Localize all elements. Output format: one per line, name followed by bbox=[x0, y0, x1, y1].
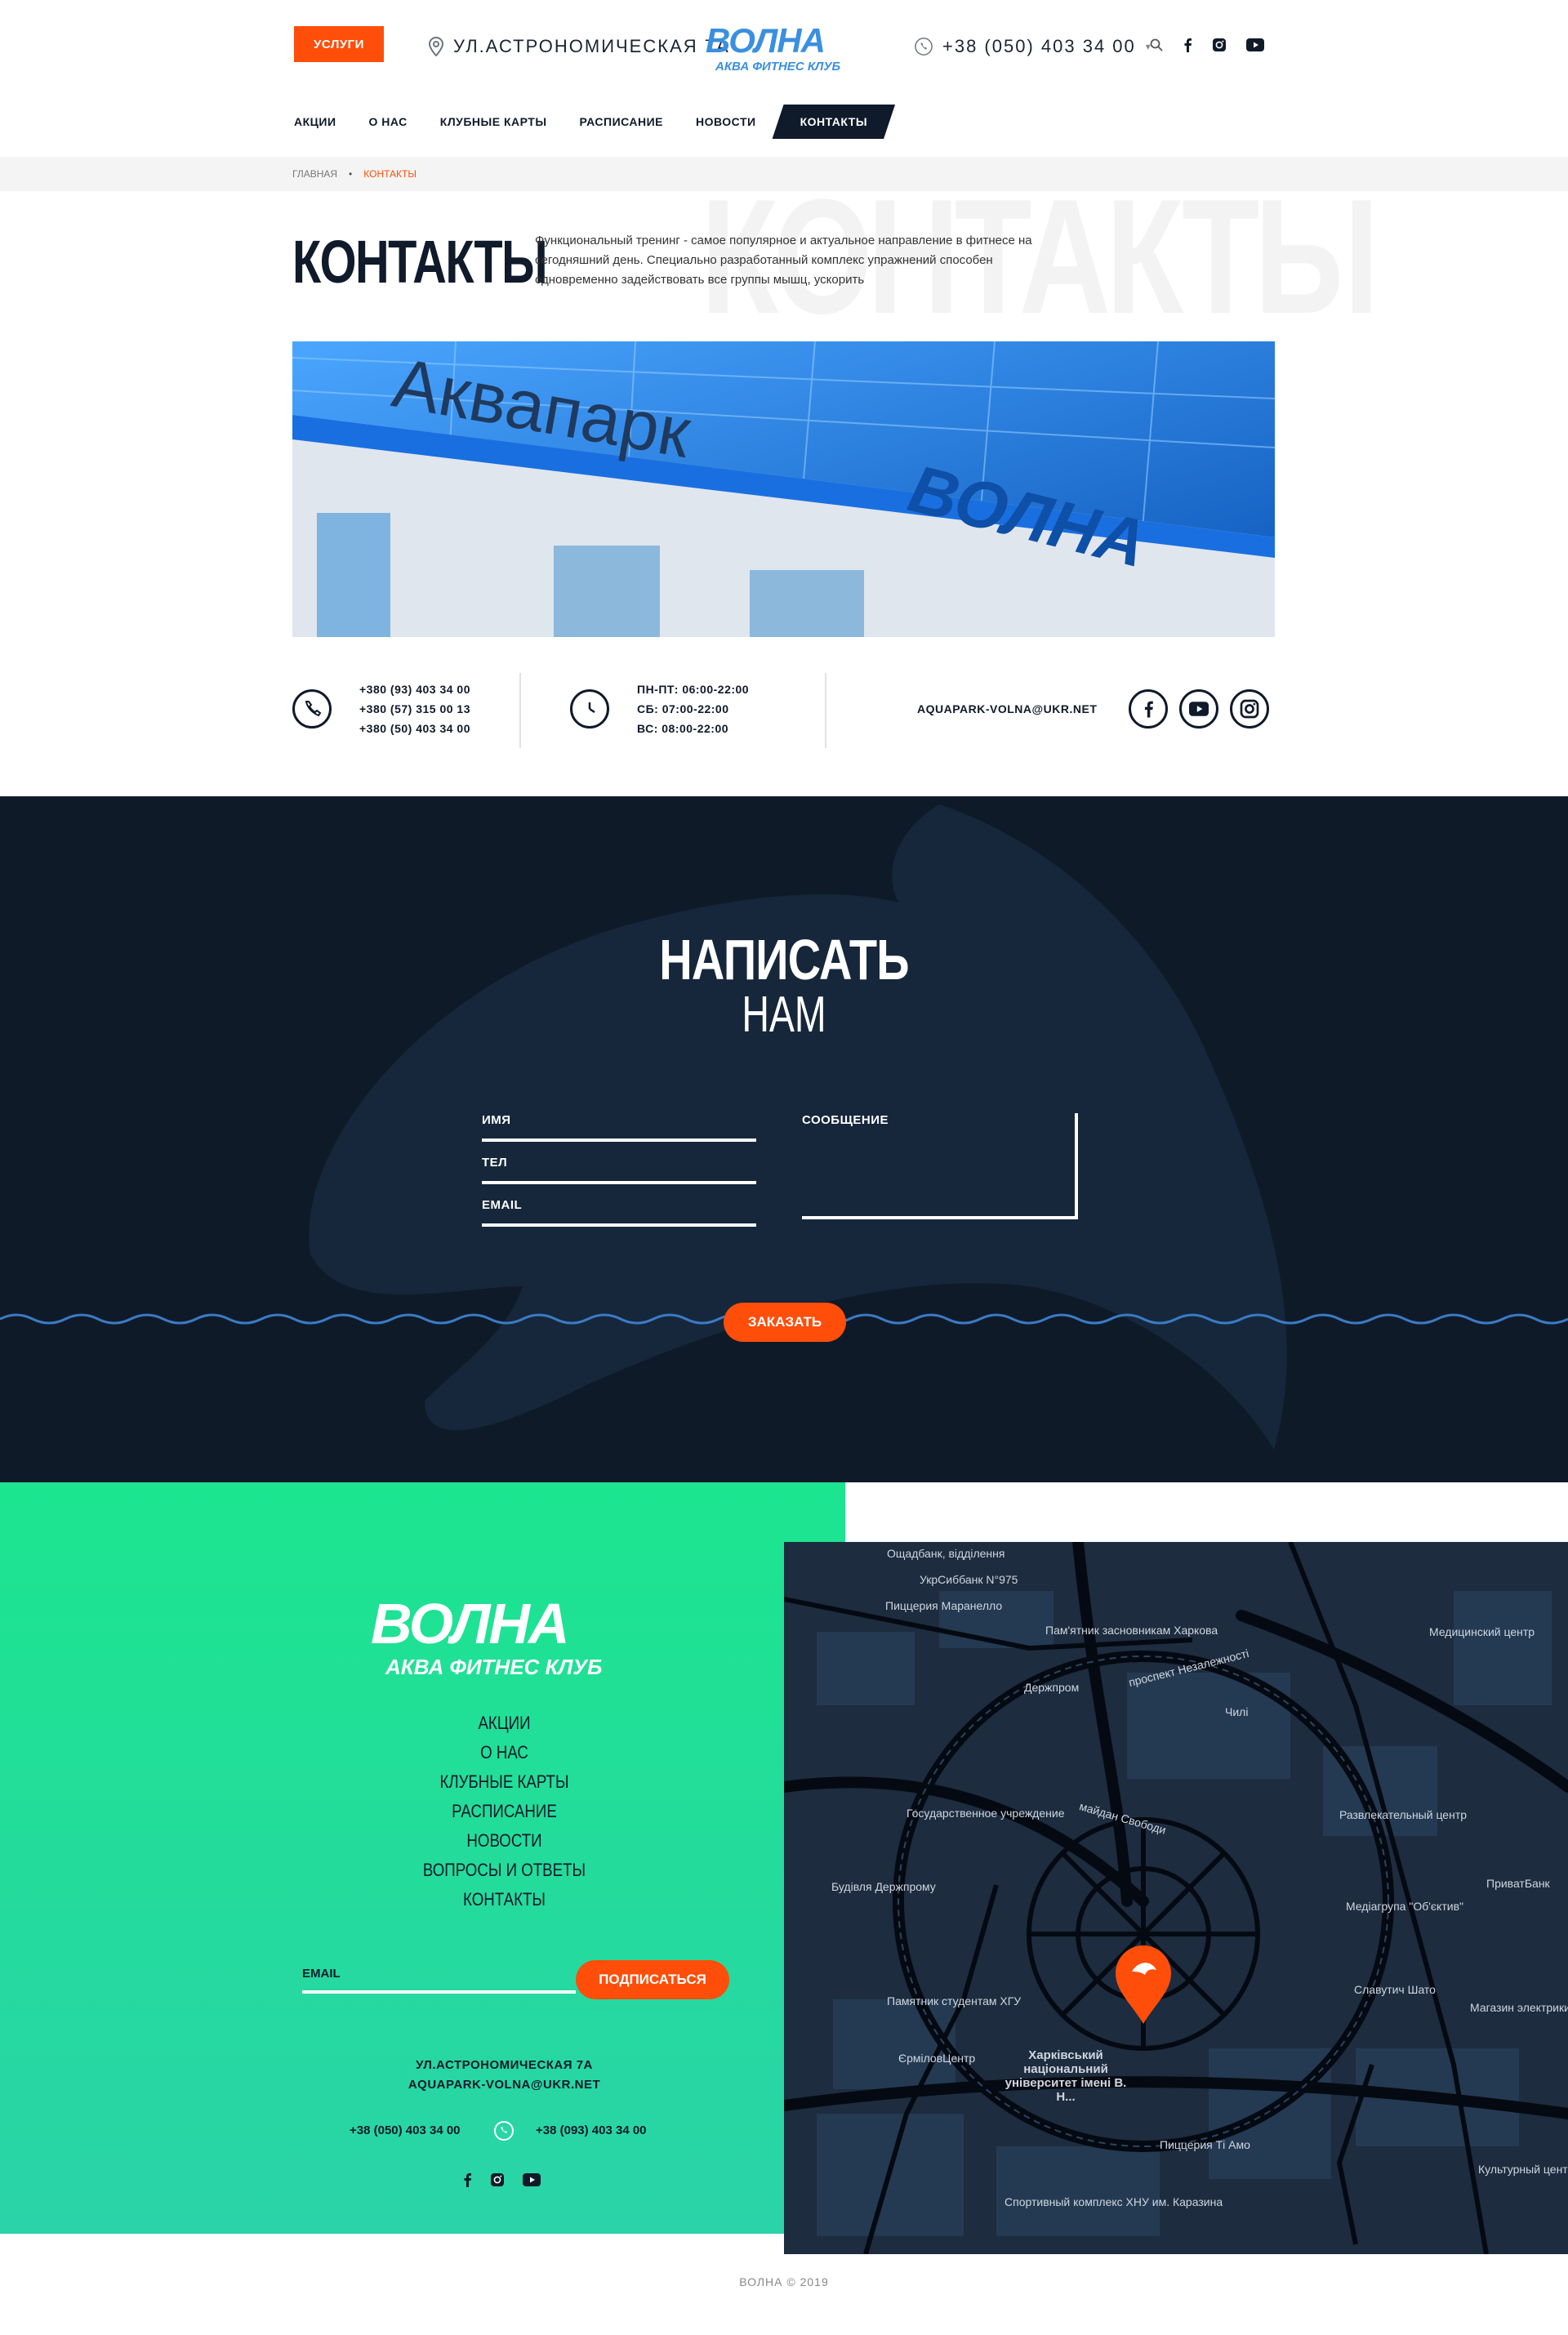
svg-text:ВОЛНА: ВОЛНА bbox=[706, 21, 825, 60]
header-address: УЛ.АСТРОНОМИЧЕСКАЯ 7А bbox=[429, 36, 730, 57]
site-header: УСЛУГИ УЛ.АСТРОНОМИЧЕСКАЯ 7А ВОЛНА АКВА … bbox=[0, 0, 1568, 155]
svg-text:АКВА ФИТНЕС КЛУБ: АКВА ФИТНЕС КЛУБ bbox=[715, 60, 841, 74]
volna-logo[interactable]: ВОЛНА АКВА ФИТНЕС КЛУБ bbox=[704, 21, 862, 74]
email-field[interactable]: EMAIL bbox=[482, 1198, 756, 1227]
contact-hours: ПН-ПТ: 06:00-22:00 СБ: 07:00-22:00 ВС: 0… bbox=[637, 680, 749, 738]
map-label: Магазин электрики bbox=[1470, 2001, 1568, 2014]
header-phone[interactable]: +38 (050) 403 34 00 ▾ bbox=[915, 36, 1152, 57]
map-label: Памятник студентам ХГУ bbox=[887, 1994, 1022, 2007]
dolphin-silhouette bbox=[0, 804, 1568, 1450]
message-label: СООБЩЕНИЕ bbox=[802, 1113, 889, 1127]
main-nav: АКЦИИ О НАС КЛУБНЫЕ КАРТЫ РАСПИСАНИЕ НОВ… bbox=[278, 105, 895, 139]
whatsapp-icon[interactable] bbox=[493, 2120, 514, 2141]
phone-label: ТЕЛ bbox=[482, 1156, 508, 1170]
location-map[interactable]: Ощадбанк, відділення УкрСиббанк N°975 Пи… bbox=[784, 1542, 1568, 2254]
nav-item-club-cards[interactable]: КЛУБНЫЕ КАРТЫ bbox=[424, 105, 564, 139]
message-field[interactable]: СООБЩЕНИЕ bbox=[802, 1113, 1078, 1219]
phone-icon bbox=[292, 689, 332, 729]
breadcrumb-separator: • bbox=[349, 168, 353, 180]
search-icon[interactable] bbox=[1150, 38, 1163, 51]
facebook-icon[interactable] bbox=[462, 2172, 472, 2187]
map-label: Чилі bbox=[1225, 1705, 1249, 1718]
breadcrumb-current: КОНТАКТЫ bbox=[363, 168, 416, 180]
map-label: Будівля Держпрому bbox=[831, 1880, 936, 1893]
contact-email[interactable]: AQUAPARK-VOLNA@UKR.NET bbox=[917, 699, 1097, 719]
map-label: Пиццерия Ті Амо bbox=[1160, 2138, 1250, 2151]
divider bbox=[825, 673, 826, 748]
form-title: НАПИСАТЬ bbox=[659, 928, 909, 991]
map-label: Харківський національний університет іме… bbox=[1004, 2048, 1127, 2104]
footer-social bbox=[462, 2172, 541, 2187]
contact-info: +380 (93) 403 34 00 +380 (57) 315 00 13 … bbox=[292, 670, 1275, 751]
hours-weekdays: ПН-ПТ: 06:00-22:00 bbox=[637, 683, 750, 696]
subscribe-email-input[interactable]: EMAIL bbox=[302, 1967, 576, 1994]
facebook-icon[interactable] bbox=[1183, 38, 1192, 52]
map-label: УкрСиббанк N°975 bbox=[920, 1573, 1018, 1586]
map-label: ЄрміловЦентр bbox=[898, 2052, 976, 2065]
form-subtitle: НАМ bbox=[742, 987, 826, 1043]
header-actions bbox=[1150, 38, 1264, 52]
map-label: Развлекательный центр bbox=[1339, 1808, 1468, 1821]
svg-text:ВОЛНА: ВОЛНА bbox=[371, 1593, 568, 1655]
phone-icon bbox=[915, 38, 933, 56]
map-label: Держпром bbox=[1024, 1681, 1080, 1694]
map-label: Славутич Шато bbox=[1354, 1983, 1436, 1996]
map-label: Медіагрупа "Об'єктив" bbox=[1346, 1900, 1463, 1913]
map-label: Государственное учреждение bbox=[906, 1807, 1065, 1820]
instagram-icon[interactable] bbox=[1230, 689, 1269, 729]
building-illustration: Аквапарк ВОЛНА bbox=[292, 341, 1275, 637]
divider bbox=[519, 673, 521, 748]
email-label: EMAIL bbox=[482, 1198, 523, 1212]
instagram-icon[interactable] bbox=[490, 2172, 505, 2187]
youtube-icon[interactable] bbox=[523, 2173, 541, 2186]
footer-phone-2[interactable]: +38 (093) 403 34 00 bbox=[536, 2123, 647, 2137]
subscribe-email-placeholder: EMAIL bbox=[302, 1967, 341, 1981]
location-pin-icon bbox=[429, 37, 443, 56]
copyright: ВОЛНА © 2019 bbox=[739, 2275, 829, 2288]
nav-item-news[interactable]: НОВОСТИ bbox=[679, 105, 773, 139]
hero-building-image: Аквапарк ВОЛНА bbox=[292, 341, 1275, 637]
map-label: ПриватБанк bbox=[1486, 1877, 1550, 1890]
contact-phones: +380 (93) 403 34 00 +380 (57) 315 00 13 … bbox=[359, 680, 470, 738]
phone-field[interactable]: ТЕЛ bbox=[482, 1156, 756, 1184]
map-label: Медицинский центр bbox=[1429, 1625, 1535, 1638]
hours-sunday: ВС: 08:00-22:00 bbox=[637, 722, 729, 735]
order-button[interactable]: ЗАКАЗАТЬ bbox=[724, 1303, 846, 1342]
map-label: Культурный центр bbox=[1478, 2163, 1568, 2176]
instagram-icon[interactable] bbox=[1212, 38, 1227, 52]
nav-item-promotions[interactable]: АКЦИИ bbox=[278, 105, 353, 139]
map-label: Пиццерия Маранелло bbox=[885, 1599, 1003, 1612]
hours-saturday: СБ: 07:00-22:00 bbox=[637, 702, 729, 715]
nav-item-contacts[interactable]: КОНТАКТЫ bbox=[773, 105, 895, 139]
footer-logo[interactable]: ВОЛНА АКВА ФИТНЕС КЛУБ bbox=[369, 1593, 639, 1682]
youtube-icon[interactable] bbox=[1179, 689, 1218, 729]
youtube-icon[interactable] bbox=[1246, 38, 1264, 51]
nav-item-schedule[interactable]: РАСПИСАНИЕ bbox=[564, 105, 680, 139]
map-label: Пам'ятник засновникам Харкова bbox=[1045, 1624, 1218, 1637]
name-label: ИМЯ bbox=[482, 1113, 511, 1127]
page-description: Функциональный тренинг - самое популярно… bbox=[535, 234, 1032, 287]
map-label: Спортивный комплекс ХНУ им. Каразина bbox=[1004, 2195, 1223, 2208]
map-label: Ощадбанк, відділення bbox=[887, 1547, 1005, 1560]
clock-icon bbox=[570, 689, 609, 729]
page-title: КОНТАКТЫ bbox=[292, 228, 548, 296]
footer-phone-1[interactable]: +38 (050) 403 34 00 bbox=[350, 2123, 461, 2137]
contact-phone-1[interactable]: +380 (93) 403 34 00 bbox=[359, 680, 470, 699]
breadcrumb-home[interactable]: ГЛАВНАЯ bbox=[292, 168, 337, 180]
nav-item-about[interactable]: О НАС bbox=[353, 105, 424, 139]
contact-phone-2[interactable]: +380 (57) 315 00 13 bbox=[359, 699, 470, 719]
contact-phone-3[interactable]: +380 (50) 403 34 00 bbox=[359, 719, 470, 738]
subscribe-button[interactable]: ПОДПИСАТЬСЯ bbox=[576, 1960, 729, 1999]
services-button[interactable]: УСЛУГИ bbox=[294, 26, 384, 62]
svg-text:АКВА ФИТНЕС КЛУБ: АКВА ФИТНЕС КЛУБ bbox=[385, 1655, 602, 1679]
header-address-text: УЛ.АСТРОНОМИЧЕСКАЯ 7А bbox=[453, 36, 730, 56]
facebook-icon[interactable] bbox=[1129, 689, 1168, 729]
contact-form-section: НАПИСАТЬ НАМ ИМЯ ТЕЛ EMAIL СООБЩЕНИЕ ЗАК… bbox=[0, 796, 1568, 1482]
name-field[interactable]: ИМЯ bbox=[482, 1113, 756, 1142]
header-phone-text: +38 (050) 403 34 00 bbox=[942, 36, 1136, 56]
